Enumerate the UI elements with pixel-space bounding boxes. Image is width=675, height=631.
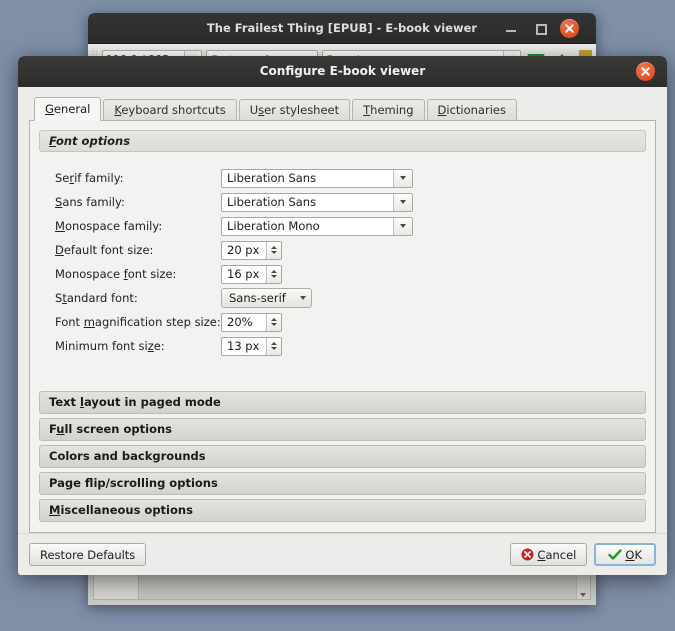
ok-button[interactable]: OK xyxy=(594,543,656,566)
sans-family-value: Liberation Sans xyxy=(222,194,393,211)
minimize-icon[interactable] xyxy=(504,21,519,36)
standard-font-combo[interactable]: Sans-serif xyxy=(221,288,312,308)
close-icon[interactable] xyxy=(560,19,579,38)
close-glyph xyxy=(640,66,651,77)
font-options-header[interactable]: Font options xyxy=(39,130,646,152)
red-circle-x-icon xyxy=(521,548,534,561)
monospace-family-label: Monospace family: xyxy=(55,219,221,233)
monospace-family-value: Liberation Mono xyxy=(222,218,393,235)
default-font-size-value: 20 px xyxy=(222,242,266,259)
monospace-family-combo[interactable]: Liberation Mono xyxy=(221,217,413,236)
section-page-flip-scrolling-options[interactable]: Page flip/scrolling options xyxy=(39,472,646,495)
chevron-up-icon xyxy=(271,318,277,321)
configure-dialog: Configure E-book viewer GeneralKeyboard … xyxy=(18,56,667,575)
monospace-font-size-label: Monospace font size: xyxy=(55,267,221,281)
sans-family-dropdown-arrow[interactable] xyxy=(393,194,412,211)
chevron-down-icon xyxy=(400,176,406,180)
section-colors-and-backgrounds[interactable]: Colors and backgrounds xyxy=(39,445,646,468)
minimum-font-size-value: 13 px xyxy=(222,338,266,355)
cancel-button[interactable]: Cancel xyxy=(510,543,587,566)
font-options-title: ont options xyxy=(56,134,130,148)
tab-keyboard-shortcuts[interactable]: Keyboard shortcuts xyxy=(103,99,236,120)
chevron-down-icon xyxy=(271,275,277,278)
close-glyph xyxy=(564,23,575,34)
serif-family-combo[interactable]: Liberation Sans xyxy=(221,169,413,188)
row-font-magnification-step-size: Font magnification step size:20% xyxy=(55,310,646,334)
parent-window-title: The Frailest Thing [EPUB] - E-book viewe… xyxy=(88,13,596,43)
dialog-title: Configure E-book viewer xyxy=(18,56,667,87)
serif-family-label: Serif family: xyxy=(55,171,221,185)
close-icon[interactable] xyxy=(636,62,655,81)
section-text-layout-in-paged-mode[interactable]: Text layout in paged mode xyxy=(39,391,646,414)
row-serif-family: Serif family:Liberation Sans xyxy=(55,166,646,190)
chevron-down-icon xyxy=(300,296,306,300)
monospace-font-size-spin-buttons[interactable] xyxy=(266,266,281,283)
chevron-down-icon xyxy=(400,200,406,204)
chevron-down-icon[interactable] xyxy=(580,593,586,597)
row-monospace-font-size: Monospace font size:16 px xyxy=(55,262,646,286)
dialog-footer: Restore Defaults Cancel OK xyxy=(18,533,667,575)
dialog-content: GeneralKeyboard shortcutsUser stylesheet… xyxy=(18,87,667,533)
row-monospace-family: Monospace family:Liberation Mono xyxy=(55,214,646,238)
font-magnification-step-size-value: 20% xyxy=(222,314,266,331)
row-minimum-font-size: Minimum font size:13 px xyxy=(55,334,646,358)
chevron-down-icon xyxy=(271,251,277,254)
chevron-down-icon xyxy=(271,347,277,350)
tab-bar: GeneralKeyboard shortcutsUser stylesheet… xyxy=(29,97,656,121)
maximize-icon[interactable] xyxy=(533,21,548,36)
tab-dictionaries[interactable]: Dictionaries xyxy=(427,99,517,120)
dialog-titlebar: Configure E-book viewer xyxy=(18,56,667,87)
minimum-font-size-label: Minimum font size: xyxy=(55,339,221,353)
chevron-down-icon xyxy=(271,323,277,326)
restore-defaults-button[interactable]: Restore Defaults xyxy=(29,543,146,566)
ok-label: OK xyxy=(625,548,642,562)
tab-theming[interactable]: Theming xyxy=(352,99,424,120)
monospace-family-dropdown-arrow[interactable] xyxy=(393,218,412,235)
font-magnification-step-size-spinbox[interactable]: 20% xyxy=(221,313,282,332)
section-miscellaneous-options[interactable]: Miscellaneous options xyxy=(39,499,646,522)
standard-font-label: Standard font: xyxy=(55,291,221,305)
font-options-accel: F xyxy=(49,134,56,148)
green-check-icon xyxy=(608,549,622,561)
sans-family-label: Sans family: xyxy=(55,195,221,209)
standard-font-value: Sans-serif xyxy=(229,291,286,305)
section-full-screen-options[interactable]: Full screen options xyxy=(39,418,646,441)
parent-titlebar: The Frailest Thing [EPUB] - E-book viewe… xyxy=(88,13,596,44)
sans-family-combo[interactable]: Liberation Sans xyxy=(221,193,413,212)
default-font-size-label: Default font size: xyxy=(55,243,221,257)
serif-family-dropdown-arrow[interactable] xyxy=(393,170,412,187)
font-magnification-step-size-spin-buttons[interactable] xyxy=(266,314,281,331)
chevron-up-icon xyxy=(271,342,277,345)
chevron-up-icon xyxy=(271,270,277,273)
row-sans-family: Sans family:Liberation Sans xyxy=(55,190,646,214)
chevron-up-icon xyxy=(271,246,277,249)
serif-family-value: Liberation Sans xyxy=(222,170,393,187)
default-font-size-spin-buttons[interactable] xyxy=(266,242,281,259)
row-default-font-size: Default font size:20 px xyxy=(55,238,646,262)
font-options-body: Serif family:Liberation SansSans family:… xyxy=(39,152,646,385)
tab-general[interactable]: General xyxy=(34,97,101,121)
general-panel: Font options Serif family:Liberation San… xyxy=(29,121,656,533)
chevron-down-icon xyxy=(400,224,406,228)
tab-user-stylesheet[interactable]: User stylesheet xyxy=(239,99,350,120)
minimum-font-size-spin-buttons[interactable] xyxy=(266,338,281,355)
font-magnification-step-size-label: Font magnification step size: xyxy=(55,315,221,329)
monospace-font-size-value: 16 px xyxy=(222,266,266,283)
minimum-font-size-spinbox[interactable]: 13 px xyxy=(221,337,282,356)
default-font-size-spinbox[interactable]: 20 px xyxy=(221,241,282,260)
cancel-label: Cancel xyxy=(537,548,576,562)
row-standard-font: Standard font: Sans-serif xyxy=(55,286,646,310)
monospace-font-size-spinbox[interactable]: 16 px xyxy=(221,265,282,284)
collapsed-sections: Text layout in paged mode Full screen opt… xyxy=(39,391,646,526)
